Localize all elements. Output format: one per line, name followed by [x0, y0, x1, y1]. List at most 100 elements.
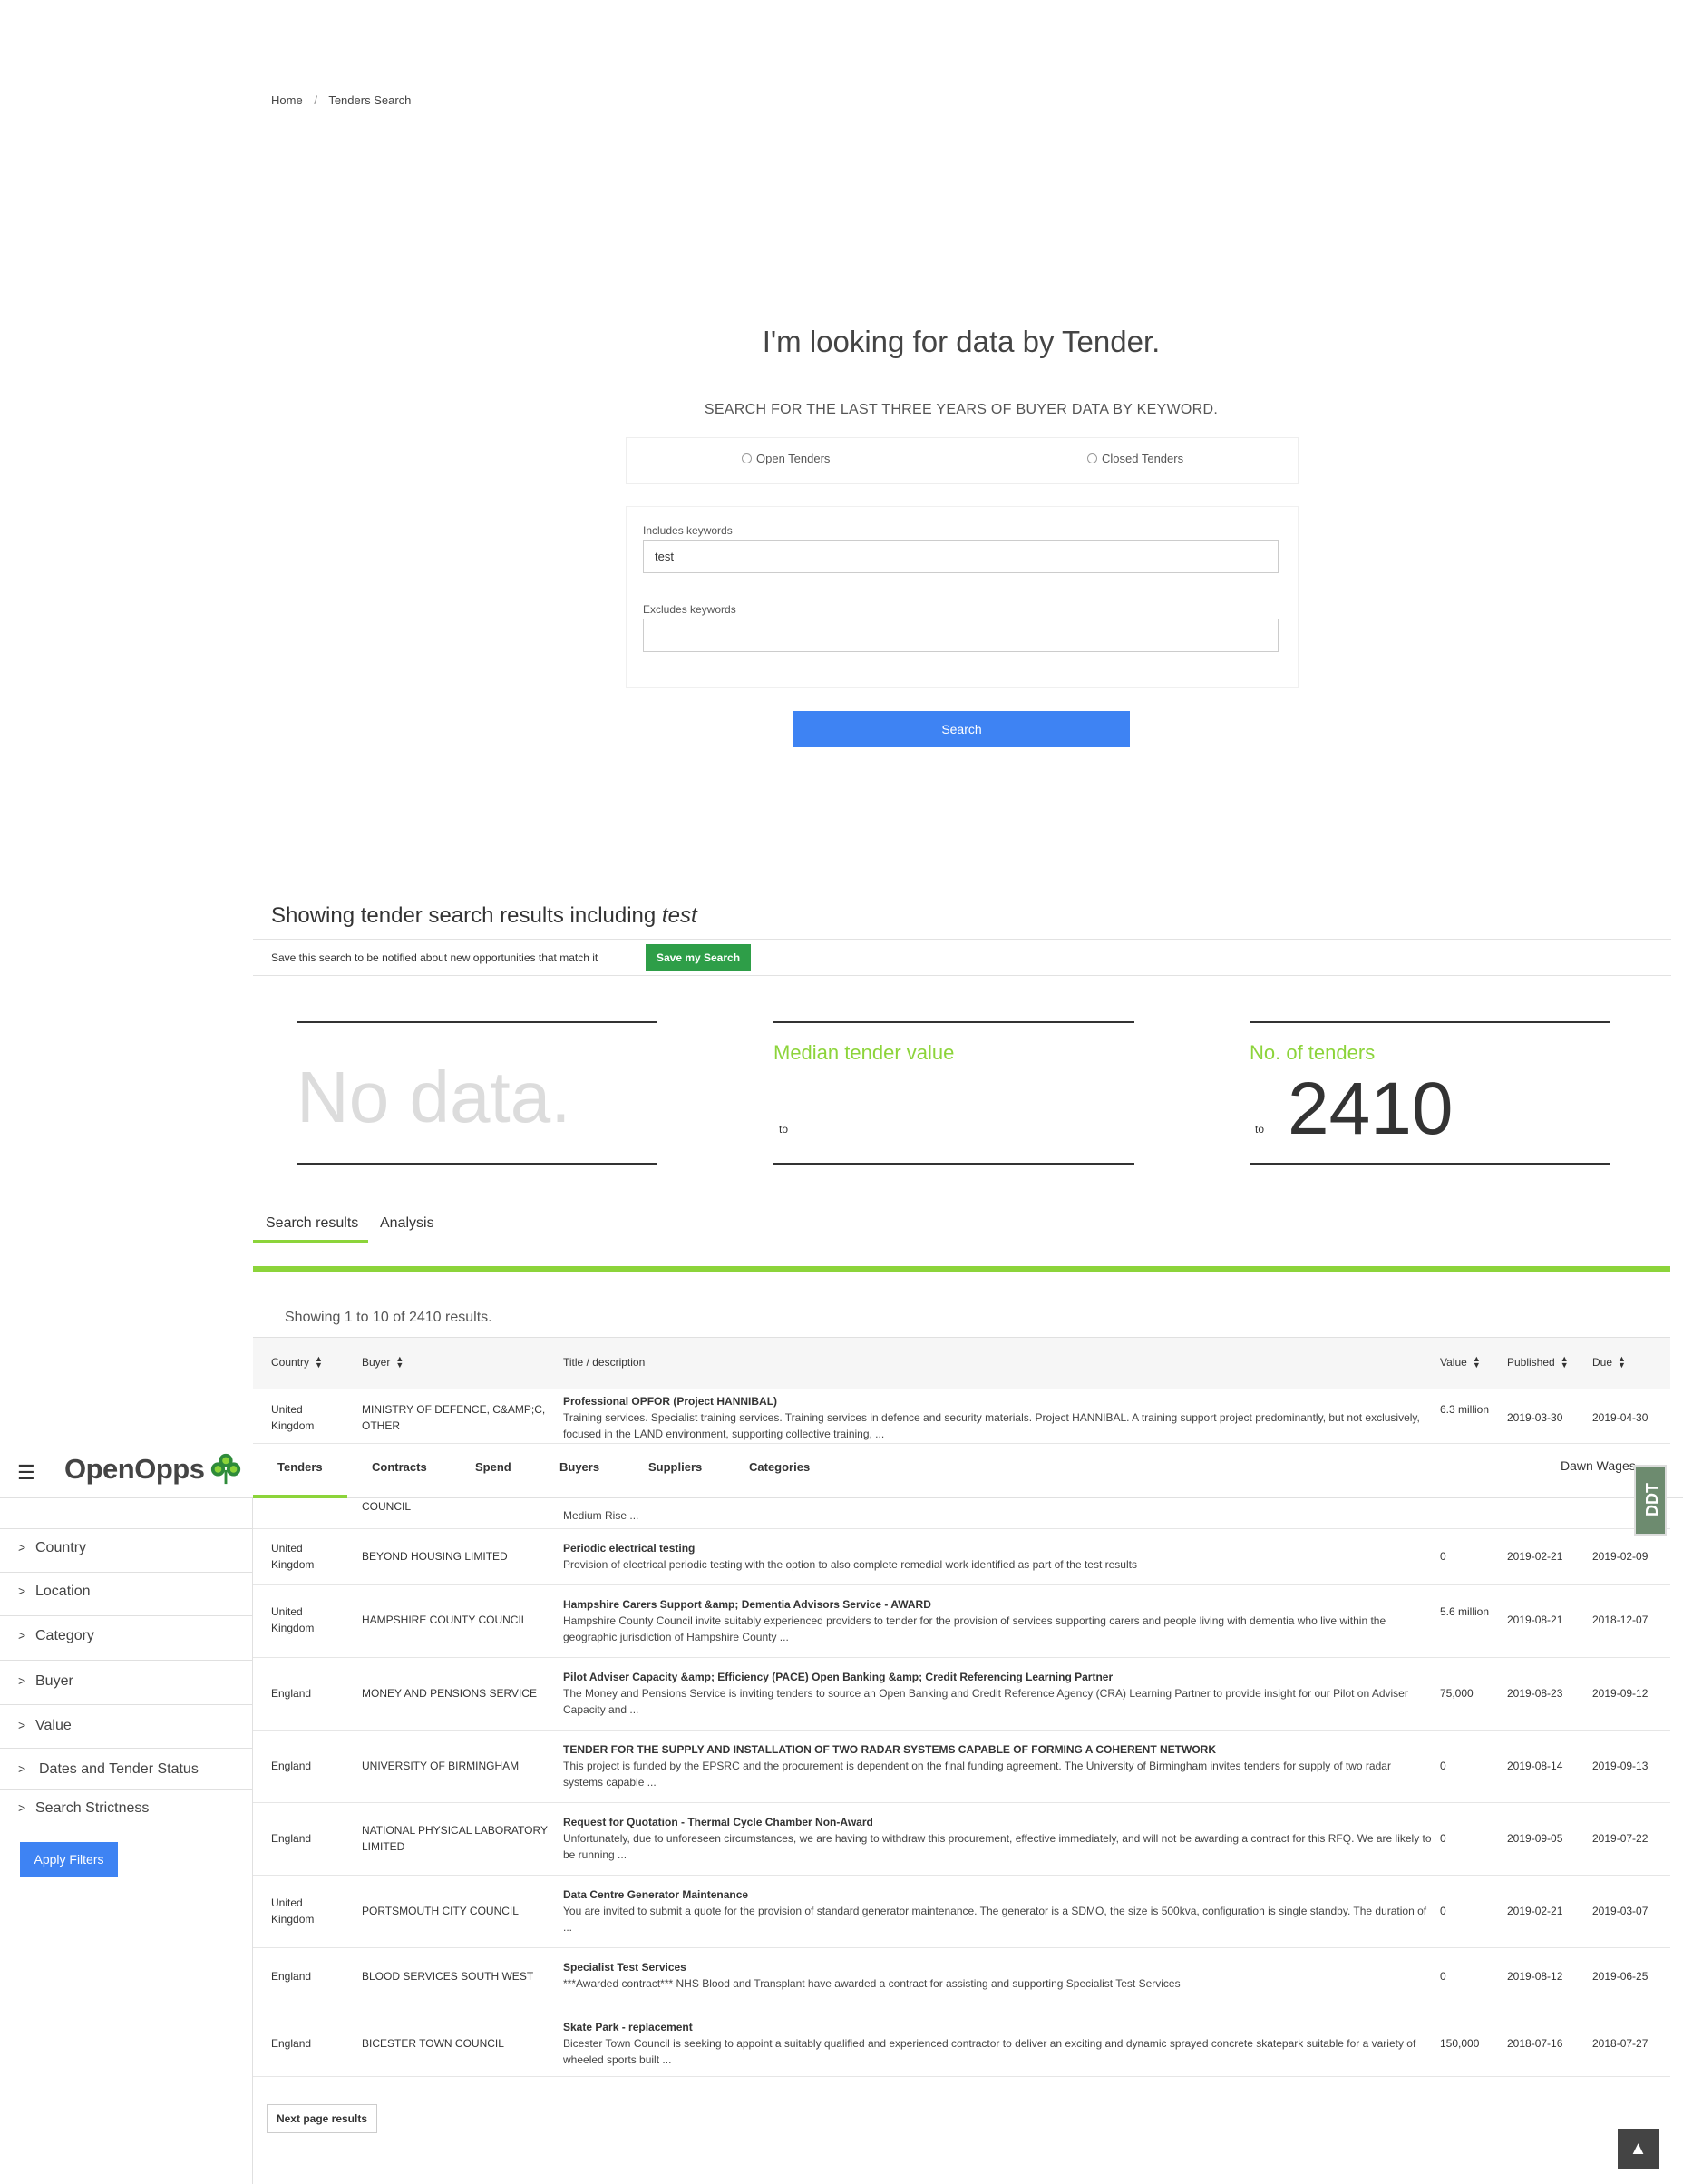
debug-toolbar-tab[interactable]: DDT	[1634, 1465, 1667, 1536]
nav-spend[interactable]: Spend	[475, 1460, 511, 1474]
cell-country: United Kingdom	[271, 1896, 315, 1926]
tender-title[interactable]: Professional OPFOR (Project HANNIBAL)	[563, 1393, 1434, 1409]
clover-logo-icon	[210, 1453, 241, 1485]
sort-icon[interactable]: ▲ ▼	[1618, 1355, 1626, 1370]
nav-contracts[interactable]: Contracts	[372, 1460, 427, 1474]
user-menu[interactable]: Dawn Wages ▾	[1561, 1458, 1644, 1473]
tender-title[interactable]: Skate Park - replacement	[563, 2019, 1434, 2035]
apply-filters-button[interactable]: Apply Filters	[20, 1842, 118, 1877]
cell-country: United Kingdom	[271, 1403, 315, 1432]
table-row[interactable]: England MONEY AND PENSIONS SERVICE Pilot…	[253, 1658, 1670, 1731]
cell-buyer: UNIVERSITY OF BIRMINGHAM	[362, 1760, 520, 1772]
tender-description: ***Awarded contract*** NHS Blood and Tra…	[563, 1977, 1181, 1990]
table-header: Country ▲ ▼ Buyer ▲ ▼ Title / description …	[253, 1337, 1670, 1389]
user-name: Dawn Wages	[1561, 1458, 1636, 1473]
filter-location[interactable]: > Location	[0, 1573, 253, 1616]
cell-title: Medium Rise ...	[563, 1507, 1434, 1524]
cell-due: 2018-12-07	[1592, 1614, 1649, 1626]
sort-icon[interactable]: ▲ ▼	[1473, 1355, 1481, 1370]
nav-suppliers[interactable]: Suppliers	[648, 1460, 702, 1474]
table-row[interactable]: United Kingdom PORTSMOUTH CITY COUNCIL D…	[253, 1876, 1670, 1948]
cell-country: England	[271, 2037, 312, 2050]
radio-open-label: Open Tenders	[756, 452, 831, 465]
search-button[interactable]: Search	[793, 711, 1130, 747]
chevron-right-icon: >	[18, 1673, 26, 1688]
median-title: Median tender value	[773, 1041, 955, 1064]
includes-keywords-input[interactable]: test	[643, 540, 1279, 573]
logo-text[interactable]: OpenOpps	[64, 1453, 205, 1486]
results-heading: Showing tender search results including …	[271, 903, 697, 929]
filter-buyer[interactable]: > Buyer	[0, 1661, 253, 1705]
tender-title[interactable]: Pilot Adviser Capacity &amp; Efficiency …	[563, 1669, 1434, 1685]
cell-published: 2019-02-21	[1507, 1550, 1563, 1563]
table-row[interactable]: England UNIVERSITY OF BIRMINGHAM TENDER …	[253, 1731, 1670, 1803]
filter-category[interactable]: > Category	[0, 1616, 253, 1661]
filter-sidebar: > Country > Location > Category > Buyer …	[0, 1498, 253, 2184]
cell-value: 0	[1440, 1832, 1446, 1845]
tender-title[interactable]: Specialist Test Services	[563, 1959, 1434, 1975]
th-published[interactable]: Published ▲ ▼	[1507, 1355, 1569, 1370]
sort-icon[interactable]: ▲ ▼	[395, 1355, 404, 1370]
table-row[interactable]: COUNCIL Medium Rise ...	[253, 1498, 1670, 1529]
table-row[interactable]: United Kingdom HAMPSHIRE COUNTY COUNCIL …	[253, 1585, 1670, 1658]
th-buyer[interactable]: Buyer ▲ ▼	[362, 1355, 404, 1370]
tender-description: Bicester Town Council is seeking to appo…	[563, 2037, 1416, 2066]
cell-buyer: HAMPSHIRE COUNTY COUNCIL	[362, 1614, 528, 1626]
cell-due: 2019-02-09	[1592, 1550, 1649, 1563]
hamburger-icon[interactable]: ☰	[17, 1461, 35, 1485]
radio-closed-tenders[interactable]: Closed Tenders	[1087, 452, 1183, 465]
next-page-button[interactable]: Next page results	[267, 2104, 377, 2133]
cell-value: 0	[1440, 1550, 1446, 1563]
cell-country: England	[271, 1760, 312, 1772]
cell-published: 2019-08-12	[1507, 1970, 1563, 1983]
filter-search-strictness[interactable]: > Search Strictness	[0, 1790, 253, 1827]
nav-tenders[interactable]: Tenders	[277, 1460, 323, 1474]
tender-title[interactable]: Periodic electrical testing	[563, 1540, 1434, 1556]
divider	[253, 975, 1671, 976]
hero-subtitle: SEARCH FOR THE LAST THREE YEARS OF BUYER…	[704, 402, 1219, 417]
stat-no-data: No data.	[297, 1021, 657, 1165]
filter-dates-status[interactable]: > Dates and Tender Status	[0, 1749, 253, 1790]
chevron-right-icon: >	[18, 1800, 26, 1815]
save-search-button[interactable]: Save my Search	[646, 944, 751, 971]
tab-analysis[interactable]: Analysis	[380, 1215, 434, 1232]
filter-country[interactable]: > Country	[0, 1529, 253, 1573]
filter-value[interactable]: > Value	[0, 1705, 253, 1749]
tender-title[interactable]: Data Centre Generator Maintenance	[563, 1887, 1434, 1903]
cell-published: 2019-08-23	[1507, 1687, 1563, 1700]
th-value[interactable]: Value ▲ ▼	[1440, 1355, 1481, 1370]
table-row[interactable]: England BLOOD SERVICES SOUTH WEST Specia…	[253, 1948, 1670, 2004]
cell-title: Data Centre Generator Maintenance You ar…	[563, 1887, 1434, 1935]
nav-categories[interactable]: Categories	[749, 1460, 810, 1474]
table-row[interactable]: United Kingdom MINISTRY OF DEFENCE, C&AM…	[253, 1389, 1670, 1444]
tender-title[interactable]: Hampshire Carers Support &amp; Dementia …	[563, 1596, 1434, 1613]
th-due[interactable]: Due ▲ ▼	[1592, 1355, 1626, 1370]
tender-title[interactable]: TENDER FOR THE SUPPLY AND INSTALLATION O…	[563, 1741, 1434, 1758]
arrow-up-icon[interactable]: ▲	[1618, 2129, 1659, 2169]
chevron-right-icon: >	[18, 1584, 26, 1598]
cell-country: England	[271, 1687, 312, 1700]
table-row[interactable]: England NATIONAL PHYSICAL LABORATORY LIM…	[253, 1803, 1670, 1876]
cell-buyer: MONEY AND PENSIONS SERVICE	[362, 1687, 537, 1700]
table-row[interactable]: United Kingdom BEYOND HOUSING LIMITED Pe…	[253, 1529, 1670, 1585]
sort-icon[interactable]: ▲ ▼	[315, 1355, 323, 1370]
tab-search-results[interactable]: Search results	[266, 1215, 358, 1232]
filter-label: Value	[35, 1718, 72, 1733]
excludes-keywords-input[interactable]	[643, 619, 1279, 652]
tender-title[interactable]: Request for Quotation - Thermal Cycle Ch…	[563, 1814, 1434, 1830]
nav-buyers[interactable]: Buyers	[559, 1460, 599, 1474]
radio-open-tenders[interactable]: Open Tenders	[742, 452, 830, 465]
breadcrumb-home[interactable]: Home	[271, 93, 303, 107]
th-published-label: Published	[1507, 1356, 1555, 1369]
table-row[interactable]: England BICESTER TOWN COUNCIL Skate Park…	[253, 2004, 1670, 2077]
th-country[interactable]: Country ▲ ▼	[271, 1355, 323, 1370]
cell-due: 2019-03-07	[1592, 1905, 1649, 1917]
sort-icon[interactable]: ▲ ▼	[1561, 1355, 1569, 1370]
tender-description: Provision of electrical periodic testing…	[563, 1558, 1137, 1571]
filter-label: Category	[35, 1628, 94, 1643]
nav-active-indicator	[253, 1495, 347, 1498]
breadcrumb: Home / Tenders Search	[271, 93, 411, 107]
cell-buyer: BLOOD SERVICES SOUTH WEST	[362, 1970, 534, 1983]
cell-due: 2019-06-25	[1592, 1970, 1649, 1983]
breadcrumb-current: Tenders Search	[328, 93, 412, 107]
